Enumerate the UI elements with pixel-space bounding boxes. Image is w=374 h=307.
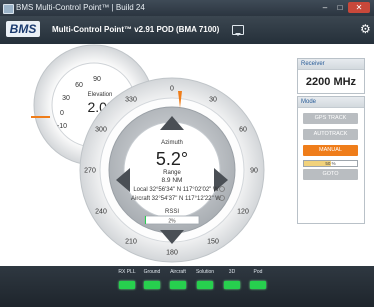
mode-panel-title: Mode: [298, 97, 364, 108]
azimuth-tick-210: 210: [125, 239, 137, 246]
azimuth-tick-90: 90: [250, 168, 258, 175]
gps-track-button[interactable]: GPS TRACK: [303, 113, 358, 124]
azimuth-tick-330: 330: [125, 97, 137, 104]
local-coordinates: Local 32°56'34" N 117°02'02" W: [133, 187, 219, 193]
status-ground: Ground: [140, 269, 164, 289]
rssi-bar-fill: [145, 216, 146, 224]
range-label: Range: [163, 170, 181, 176]
status-aircraft: Aircraft: [166, 269, 190, 289]
status-led: [119, 281, 135, 289]
manual-button[interactable]: MANUAL: [303, 145, 358, 156]
azimuth-tick-180: 180: [166, 250, 178, 257]
status-bar: RX PLL Ground Aircraft Solution 3D Pod: [0, 266, 374, 307]
elevation-tick-0: 0: [60, 110, 64, 117]
status-label: Solution: [195, 269, 215, 275]
goto-button[interactable]: GOTO: [303, 169, 358, 180]
rssi-value: 2%: [168, 219, 176, 225]
mode-progress-bar: 50 %: [303, 160, 358, 167]
status-3d: 3D: [220, 269, 244, 289]
azimuth-dial[interactable]: 0306090120150180210240270300330 Azimuth …: [79, 77, 265, 263]
elevation-label: Elevation: [88, 92, 113, 98]
status-label: RX PLL: [118, 269, 136, 275]
status-led: [250, 281, 266, 289]
azimuth-tick-270: 270: [84, 168, 96, 175]
azimuth-tick-0: 0: [170, 86, 174, 93]
receiver-frequency[interactable]: 2200 MHz: [298, 76, 364, 88]
azimuth-tick-60: 60: [239, 127, 247, 134]
range-value: 8.9 NM: [162, 177, 183, 184]
status-label: Pod: [253, 269, 263, 275]
elevation-tick-90: 90: [93, 76, 101, 83]
autotrack-button[interactable]: AUTOTRACK: [303, 129, 358, 140]
status-pod: Pod: [246, 269, 270, 289]
aircraft-coordinates: Aircraft 32°54'37" N 117°12'22" W: [131, 196, 221, 202]
status-label: 3D: [228, 269, 236, 275]
rssi-label: RSSI: [165, 209, 179, 215]
azimuth-tick-300: 300: [95, 127, 107, 134]
mode-panel: Mode GPS TRACK AUTOTRACK MANUAL 50 % GOT…: [297, 96, 365, 224]
status-led: [170, 281, 186, 289]
azimuth-tick-240: 240: [95, 209, 107, 216]
status-led: [144, 281, 160, 289]
status-label: Aircraft: [170, 269, 186, 275]
receiver-panel-title: Receiver: [298, 59, 364, 70]
azimuth-tick-30: 30: [209, 97, 217, 104]
azimuth-tick-150: 150: [207, 239, 219, 246]
status-solution: Solution: [193, 269, 217, 289]
azimuth-value: 5.2°: [156, 149, 188, 169]
azimuth-label: Azimuth: [161, 140, 183, 146]
status-led: [224, 281, 240, 289]
elevation-tick-60: 60: [75, 82, 83, 89]
elevation-tick-neg10: -10: [57, 123, 67, 130]
status-led: [197, 281, 213, 289]
azimuth-tick-120: 120: [237, 209, 249, 216]
status-label: Ground: [143, 269, 161, 275]
receiver-panel: Receiver 2200 MHz: [297, 58, 365, 94]
mode-progress-text: 50 %: [325, 161, 336, 166]
elevation-tick-30: 30: [62, 95, 70, 102]
status-rx-pll: RX PLL: [115, 269, 139, 289]
